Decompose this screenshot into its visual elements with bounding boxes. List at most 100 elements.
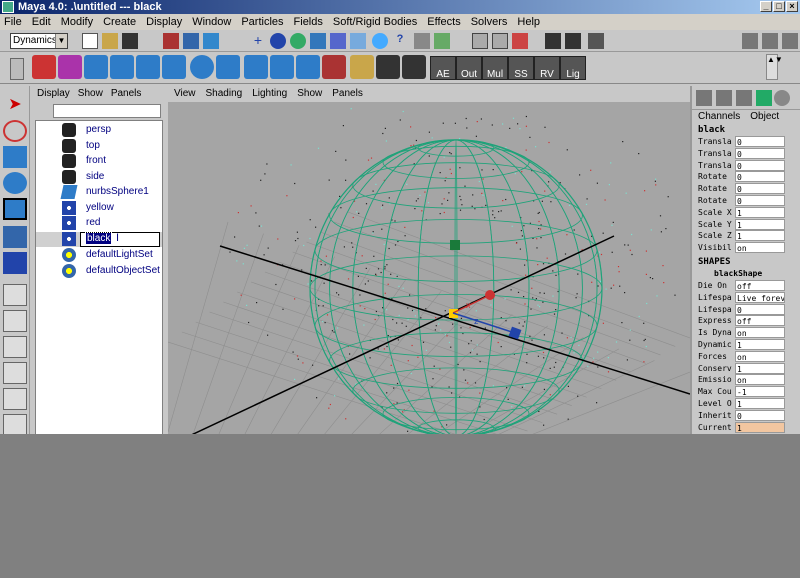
particle-tool-icon[interactable] <box>32 55 56 79</box>
show-attribute-editor-icon[interactable] <box>742 33 758 49</box>
menu-soft-rigid-bodies[interactable]: Soft/Rigid Bodies <box>333 16 417 28</box>
outliner-item-yellow[interactable]: yellow <box>36 201 162 216</box>
channel-row[interactable]: Transla 0 <box>692 136 800 148</box>
menu-particles[interactable]: Particles <box>241 16 283 28</box>
ipr-render-icon[interactable] <box>565 33 581 49</box>
channel-value[interactable]: 0 <box>735 147 785 159</box>
menu-solvers[interactable]: Solvers <box>471 16 508 28</box>
save-scene-icon[interactable] <box>122 33 138 49</box>
viewport-menu-shading[interactable]: Shading <box>206 86 243 102</box>
viewport-menu-view[interactable]: View <box>174 86 196 102</box>
manipulator-tool-icon[interactable] <box>3 226 27 248</box>
show-tool-settings-icon[interactable] <box>762 33 778 49</box>
rotate-tool-icon[interactable] <box>3 172 27 194</box>
shelf-tabs-icon[interactable] <box>10 58 24 80</box>
shelf-btn-ae[interactable]: AE <box>430 56 456 80</box>
output-connections-icon[interactable] <box>492 33 508 49</box>
close-button[interactable]: × <box>786 1 798 12</box>
channel-value[interactable]: 1 <box>735 338 785 350</box>
channel-value[interactable]: on <box>735 374 785 386</box>
channel-row[interactable]: Rotate 0 <box>692 183 800 195</box>
new-scene-icon[interactable] <box>82 33 98 49</box>
lock-selection-icon[interactable] <box>414 33 430 49</box>
menu-edit[interactable]: Edit <box>32 16 51 28</box>
channel-value[interactable]: 0 <box>735 303 785 315</box>
sphere-icon[interactable] <box>190 55 214 79</box>
outliner-item-red[interactable]: red <box>36 216 162 231</box>
shelf-btn-ss[interactable]: SS <box>508 56 534 80</box>
shelf-btn-out[interactable]: Out <box>456 56 482 80</box>
use-selected-emitter-icon[interactable] <box>110 55 134 79</box>
shape-channel-row[interactable]: Current 1 <box>692 421 800 434</box>
shape-channel-row[interactable]: Lifespa 0 <box>692 303 800 316</box>
render-sphere-icon[interactable] <box>774 90 790 106</box>
emit-from-object-icon[interactable] <box>84 55 108 79</box>
question-icon[interactable]: ? <box>392 33 408 49</box>
perspective-viewport[interactable]: View Shading Lighting Show Panels x z <box>168 86 690 448</box>
last-tool-icon[interactable] <box>3 252 27 274</box>
layer-editor-icon[interactable] <box>716 90 732 106</box>
channel-value[interactable]: on <box>735 327 785 339</box>
select-surface-icon[interactable] <box>290 33 306 49</box>
input-connections-icon[interactable] <box>472 33 488 49</box>
channel-value[interactable]: on <box>735 242 785 254</box>
select-by-component-icon[interactable] <box>203 33 219 49</box>
outliner-menu-panels[interactable]: Panels <box>111 86 142 102</box>
outliner-item-persp[interactable]: persp <box>36 123 162 138</box>
channel-row[interactable]: Scale X1 <box>692 206 800 219</box>
texture-icon[interactable] <box>402 55 426 79</box>
scale-tool-icon[interactable] <box>3 198 27 220</box>
shape-channel-row[interactable]: Emissio on <box>692 374 800 386</box>
select-misc-icon[interactable] <box>372 33 388 49</box>
select-rendering-icon[interactable] <box>350 33 366 49</box>
outliner-list[interactable]: persp top front side nurbsSphere1 yellow <box>35 120 163 446</box>
channel-value[interactable]: 0 <box>735 171 785 183</box>
shape-channel-row[interactable]: Max Cou -1 <box>692 386 800 398</box>
shelf-btn-mul[interactable]: Mul <box>482 56 508 80</box>
channel-value[interactable]: 1 <box>735 206 785 218</box>
outliner-item-defaultobjectset[interactable]: defaultObjectSet <box>36 264 162 279</box>
menu-help[interactable]: Help <box>517 16 540 28</box>
shape-channel-row[interactable]: Inherit 0 <box>692 409 800 422</box>
select-dynamics-icon[interactable] <box>330 33 346 49</box>
create-emitter-icon[interactable] <box>58 55 82 79</box>
lasso-tool-icon[interactable] <box>3 120 27 142</box>
maximize-button[interactable]: □ <box>773 1 785 12</box>
joint-icon[interactable] <box>322 55 346 79</box>
menu-effects[interactable]: Effects <box>427 16 460 28</box>
outliner-menu-display[interactable]: Display <box>37 86 70 102</box>
single-perspective-layout-icon[interactable] <box>3 284 27 306</box>
shape-channel-row[interactable]: Dynamic 1 <box>692 338 800 351</box>
select-tool-icon[interactable]: ➤ <box>3 94 27 116</box>
construction-history-icon[interactable] <box>512 33 528 49</box>
graph-editor-layout-icon[interactable] <box>3 362 27 384</box>
shelf-btn-rv[interactable]: RV <box>534 56 560 80</box>
trax-layout-icon[interactable] <box>3 414 27 436</box>
channel-row[interactable]: Scale Y1 <box>692 218 800 231</box>
per-point-emission-icon[interactable] <box>136 55 160 79</box>
menu-file[interactable]: File <box>4 16 22 28</box>
outliner-item-black[interactable]: black I <box>36 232 162 247</box>
shelf-scrollbar[interactable]: ▲▼ <box>766 54 783 80</box>
menu-window[interactable]: Window <box>192 16 231 28</box>
menu-fields[interactable]: Fields <box>294 16 323 28</box>
shape-channel-row[interactable]: Lifespa Live forev <box>692 291 800 304</box>
outliner-menu-show[interactable]: Show <box>78 86 103 102</box>
curve-icon[interactable] <box>296 55 320 79</box>
shape-channel-row[interactable]: Conserv 1 <box>692 362 800 375</box>
menu-create[interactable]: Create <box>103 16 136 28</box>
four-view-layout-icon[interactable] <box>3 310 27 332</box>
channel-value[interactable]: 0 <box>735 159 785 171</box>
tab-channels[interactable]: Channels <box>698 110 740 124</box>
shape-channel-row[interactable]: Level O1 <box>692 397 800 410</box>
select-curve-icon[interactable] <box>270 33 286 49</box>
show-channel-box-icon[interactable] <box>782 33 798 49</box>
shading-icon[interactable] <box>756 90 772 106</box>
move-manip-y-handle[interactable] <box>450 240 460 250</box>
select-deformation-icon[interactable] <box>310 33 326 49</box>
render-icon[interactable] <box>545 33 561 49</box>
channel-value[interactable]: 1 <box>735 421 785 433</box>
shape-channel-row[interactable]: Is Dyna on <box>692 327 800 339</box>
shape-channel-row[interactable]: Die On off <box>692 279 800 292</box>
outliner-filter-input[interactable] <box>53 104 161 118</box>
